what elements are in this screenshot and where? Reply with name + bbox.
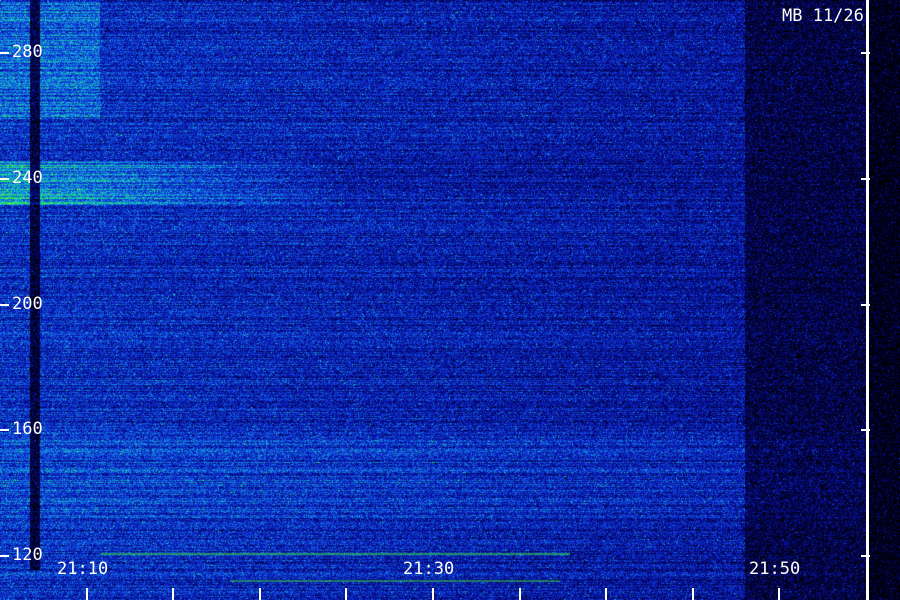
x-tick: [692, 588, 694, 600]
x-tick: [345, 588, 347, 600]
y-tick-label: 120: [12, 545, 43, 565]
x-tick-label: 21:10: [57, 559, 109, 579]
x-tick-label: 21:30: [403, 559, 455, 579]
x-tick: [605, 588, 607, 600]
y-tick-right: [861, 429, 870, 431]
spectrogram-canvas: [0, 0, 900, 600]
x-tick: [432, 588, 434, 600]
x-tick: [519, 588, 521, 600]
y-tick-right: [861, 304, 870, 306]
y-tick-label: 280: [12, 42, 43, 62]
y-tick-left: [0, 178, 9, 180]
y-tick-left: [0, 52, 9, 54]
x-tick-label: 21:50: [749, 559, 801, 579]
right-axis-line: [866, 0, 869, 600]
x-tick: [86, 588, 88, 600]
y-tick-label: 240: [12, 168, 43, 188]
y-tick-label: 200: [12, 294, 43, 314]
y-tick-right: [861, 178, 870, 180]
y-tick-left: [0, 555, 9, 557]
x-tick: [259, 588, 261, 600]
y-tick-right: [861, 555, 870, 557]
x-tick: [778, 588, 780, 600]
date-stamp: MB 11/26: [782, 6, 864, 26]
x-tick: [172, 588, 174, 600]
y-tick-left: [0, 429, 9, 431]
y-tick-left: [0, 304, 9, 306]
y-tick-label: 160: [12, 419, 43, 439]
y-tick-right: [861, 52, 870, 54]
